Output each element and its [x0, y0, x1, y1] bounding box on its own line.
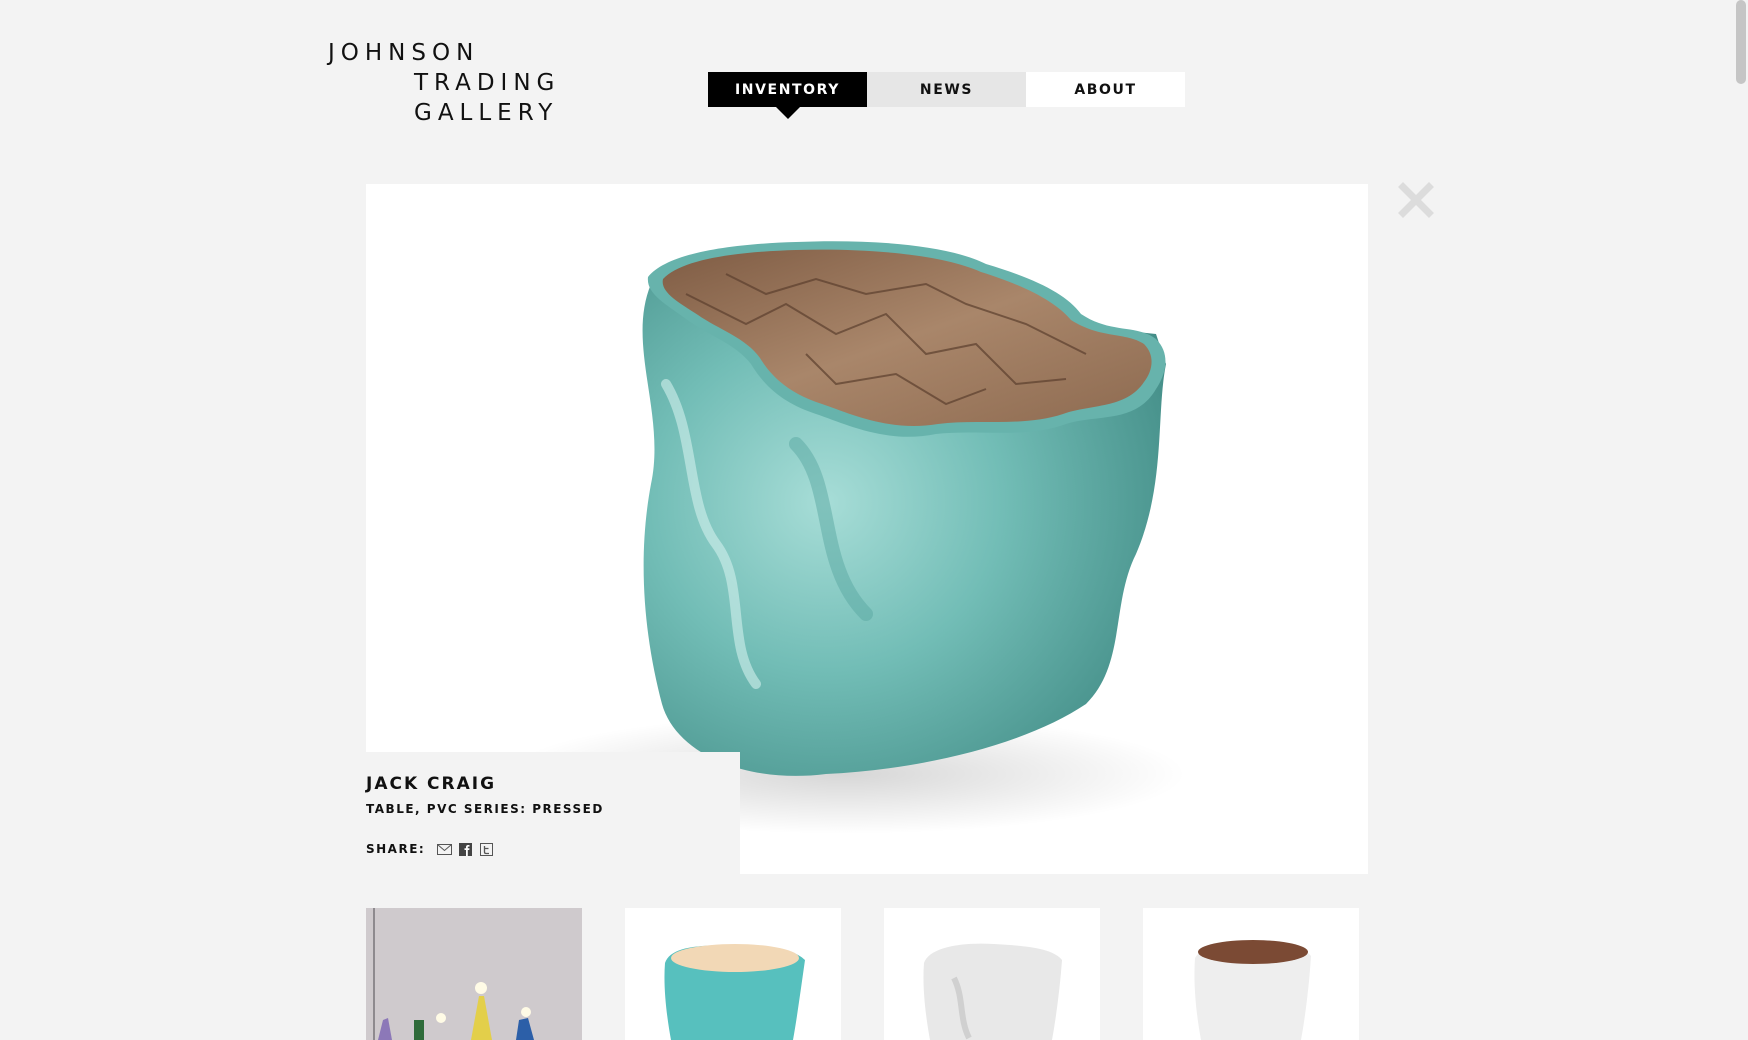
share-row: SHARE:: [366, 842, 604, 856]
thumbnail-4[interactable]: [1143, 908, 1359, 1040]
close-icon[interactable]: [1397, 181, 1435, 219]
gallery-logo[interactable]: JOHNSON TRADING GALLERY: [328, 38, 560, 128]
artist-name: JACK CRAIG: [366, 774, 497, 794]
email-icon[interactable]: [437, 843, 453, 856]
logo-line-2: TRADING: [414, 70, 561, 96]
scrollbar-thumb[interactable]: [1736, 0, 1746, 84]
item-title: TABLE, PVC SERIES: PRESSED: [366, 802, 604, 816]
main-nav: INVENTORY NEWS ABOUT: [708, 72, 1185, 107]
nav-news[interactable]: NEWS: [867, 72, 1026, 107]
facebook-icon[interactable]: [458, 842, 473, 856]
nav-about[interactable]: ABOUT: [1026, 72, 1185, 107]
item-info: JACK CRAIG TABLE, PVC SERIES: PRESSED SH…: [366, 774, 604, 856]
thumbnail-1[interactable]: [366, 908, 582, 1040]
share-label: SHARE:: [366, 842, 426, 856]
nav-inventory[interactable]: INVENTORY: [708, 72, 867, 107]
page-scrollbar[interactable]: [1734, 0, 1748, 1040]
logo-line-3: GALLERY: [414, 100, 559, 126]
logo-line-1: JOHNSON: [328, 40, 480, 66]
thumbnail-2[interactable]: [625, 908, 841, 1040]
twitter-icon[interactable]: [479, 842, 494, 856]
thumbnail-3[interactable]: [884, 908, 1100, 1040]
